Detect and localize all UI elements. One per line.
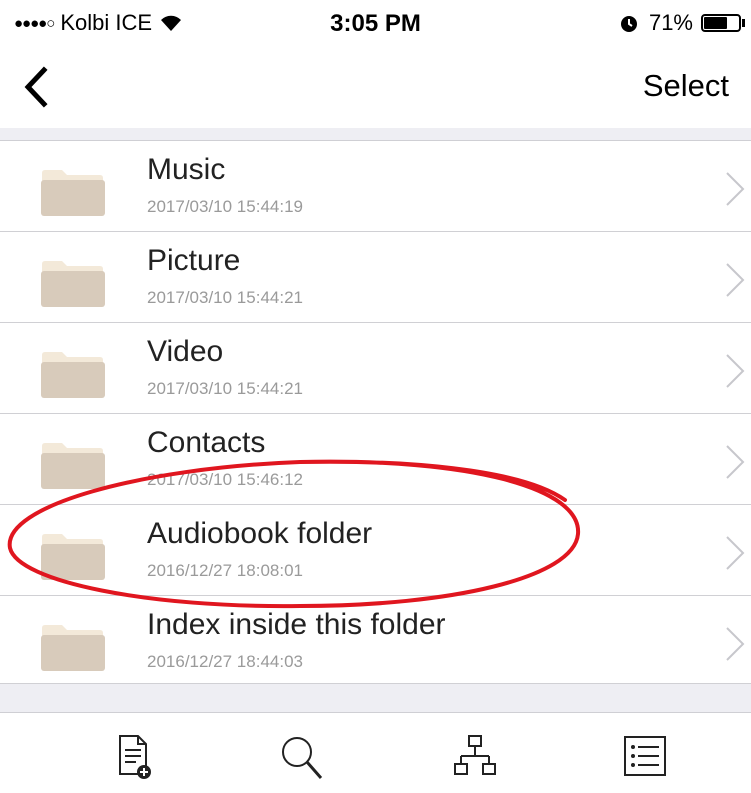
chevron-right-icon [726, 263, 745, 297]
chevron-right-icon [726, 445, 745, 479]
item-name: Picture [147, 244, 241, 277]
back-button[interactable] [14, 62, 64, 112]
chevron-right-icon [726, 536, 745, 570]
list-item-audiobook-folder[interactable]: Audiobook folder 2016/12/27 18:08:01 [0, 505, 751, 596]
item-date: 2017/03/10 15:46:12 [147, 470, 303, 489]
folder-icon [41, 443, 105, 489]
item-date: 2017/03/10 15:44:21 [147, 379, 303, 398]
new-file-icon [119, 735, 151, 779]
select-button[interactable]: Select [643, 68, 729, 104]
folder-icon [41, 170, 105, 216]
folder-icon [41, 261, 105, 307]
list-item-music[interactable]: Music 2017/03/10 15:44:19 [0, 141, 751, 232]
battery-icon [701, 14, 741, 32]
folder-icon [41, 625, 105, 671]
file-list: Music 2017/03/10 15:44:19 Picture 2017/0… [0, 141, 751, 687]
navigation-bar: Select [0, 46, 751, 128]
folder-tree-icon [454, 735, 496, 775]
battery-nub [742, 19, 745, 27]
battery-percent: 71% [648, 10, 693, 35]
item-name: Index inside this folder [147, 608, 446, 641]
search-button[interactable] [277, 732, 327, 782]
item-date: 2016/12/27 18:44:03 [147, 652, 303, 671]
chevron-right-icon [726, 172, 745, 206]
folder-tree-button[interactable] [450, 732, 500, 782]
status-right: 71% [619, 10, 745, 36]
item-name: Music [147, 153, 226, 186]
list-footer-separator [0, 683, 751, 713]
new-file-button[interactable] [110, 732, 160, 782]
bottom-toolbar [0, 712, 751, 793]
folder-icon [41, 534, 105, 580]
item-name: Contacts [147, 426, 266, 459]
folder-icon [41, 352, 105, 398]
list-view-button[interactable] [620, 732, 670, 782]
list-item-contacts[interactable]: Contacts 2017/03/10 15:46:12 [0, 414, 751, 505]
item-date: 2017/03/10 15:44:21 [147, 288, 303, 307]
item-date: 2017/03/10 15:44:19 [147, 197, 303, 216]
list-item-video[interactable]: Video 2017/03/10 15:44:21 [0, 323, 751, 414]
list-item-index-folder[interactable]: Index inside this folder 2016/12/27 18:4… [0, 596, 751, 687]
status-bar: ●●●●○ Kolbi ICE 3:05 PM 71% [0, 0, 751, 46]
item-name: Audiobook folder [147, 517, 373, 550]
chevron-right-icon [726, 627, 745, 661]
battery-fill [704, 17, 728, 29]
item-date: 2016/12/27 18:08:01 [147, 561, 303, 580]
list-view-icon [624, 736, 666, 776]
item-name: Video [147, 335, 224, 368]
list-item-picture[interactable]: Picture 2017/03/10 15:44:21 [0, 232, 751, 323]
chevron-left-icon [24, 66, 48, 108]
search-icon [282, 737, 323, 779]
alarm-clock-icon [620, 16, 637, 32]
list-header-separator [0, 128, 751, 141]
chevron-right-icon [726, 354, 745, 388]
